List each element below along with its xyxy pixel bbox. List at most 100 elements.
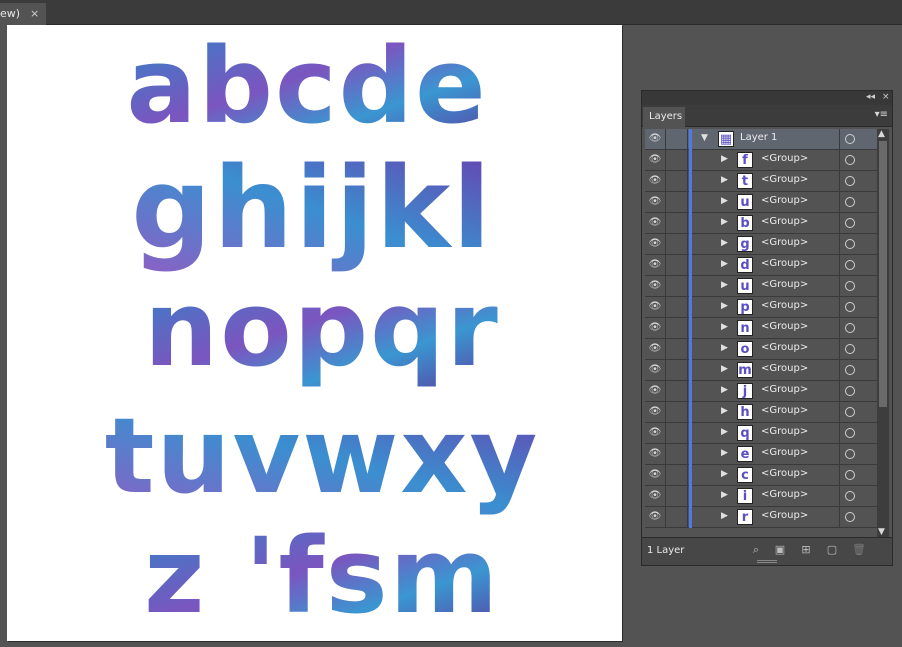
visibility-eye-icon[interactable]: 👁 bbox=[645, 255, 666, 275]
lock-toggle[interactable] bbox=[666, 507, 688, 527]
lock-toggle[interactable] bbox=[666, 276, 688, 296]
visibility-eye-icon[interactable]: 👁 bbox=[645, 381, 666, 401]
tab-layers[interactable]: Layers bbox=[643, 107, 685, 127]
scroll-up-arrow-icon[interactable]: ▲ bbox=[878, 129, 885, 139]
lock-toggle[interactable] bbox=[666, 423, 688, 443]
expand-triangle-icon[interactable]: ▶ bbox=[721, 322, 728, 332]
layer-row-group[interactable]: 👁 ▶ r <Group> bbox=[645, 507, 877, 528]
layer-row-group[interactable]: 👁 ▶ j <Group> bbox=[645, 381, 877, 402]
lock-toggle[interactable] bbox=[666, 381, 688, 401]
expand-triangle-icon[interactable]: ▶ bbox=[721, 238, 728, 248]
target-circle[interactable] bbox=[839, 486, 877, 507]
resize-grip[interactable] bbox=[757, 560, 777, 563]
layer-row-layer-1[interactable]: 👁 ▼ ▦ Layer 1 bbox=[645, 129, 877, 150]
lock-toggle[interactable] bbox=[666, 171, 688, 191]
target-circle[interactable] bbox=[839, 276, 877, 297]
lock-toggle[interactable] bbox=[666, 444, 688, 464]
document-tab[interactable]: ew) × bbox=[0, 3, 46, 25]
locate-object-icon[interactable]: ⌕ bbox=[750, 544, 762, 556]
layer-row-group[interactable]: 👁 ▶ b <Group> bbox=[645, 213, 877, 234]
panel-menu-icon[interactable]: ▾≡ bbox=[875, 109, 888, 120]
visibility-eye-icon[interactable]: 👁 bbox=[645, 318, 666, 338]
layer-row-group[interactable]: 👁 ▶ p <Group> bbox=[645, 297, 877, 318]
target-circle[interactable] bbox=[839, 213, 877, 234]
new-layer-icon[interactable]: ▢ bbox=[826, 544, 838, 556]
lock-toggle[interactable] bbox=[666, 150, 688, 170]
close-icon[interactable]: × bbox=[882, 92, 890, 102]
close-icon[interactable]: × bbox=[30, 3, 39, 25]
target-circle[interactable] bbox=[839, 402, 877, 423]
expand-triangle-icon[interactable]: ▶ bbox=[721, 469, 728, 479]
visibility-eye-icon[interactable]: 👁 bbox=[645, 402, 666, 422]
visibility-eye-icon[interactable]: 👁 bbox=[645, 507, 666, 527]
lock-toggle[interactable] bbox=[666, 339, 688, 359]
expand-triangle-icon[interactable]: ▶ bbox=[721, 259, 728, 269]
layer-row-group[interactable]: 👁 ▶ q <Group> bbox=[645, 423, 877, 444]
lock-toggle[interactable] bbox=[666, 486, 688, 506]
expand-triangle-icon[interactable]: ▶ bbox=[721, 385, 728, 395]
layer-row-group[interactable]: 👁 ▶ m <Group> bbox=[645, 360, 877, 381]
visibility-eye-icon[interactable]: 👁 bbox=[645, 444, 666, 464]
expand-triangle-icon[interactable]: ▼ bbox=[701, 133, 708, 143]
layer-row-group[interactable]: 👁 ▶ i <Group> bbox=[645, 486, 877, 507]
visibility-eye-icon[interactable]: 👁 bbox=[645, 465, 666, 485]
visibility-eye-icon[interactable]: 👁 bbox=[645, 423, 666, 443]
lock-toggle[interactable] bbox=[666, 129, 688, 149]
collapse-icon[interactable]: ◂◂ bbox=[866, 92, 875, 102]
target-circle[interactable] bbox=[839, 297, 877, 318]
layer-row-group[interactable]: 👁 ▶ f <Group> bbox=[645, 150, 877, 171]
lock-toggle[interactable] bbox=[666, 192, 688, 212]
target-circle[interactable] bbox=[839, 234, 877, 255]
target-circle[interactable] bbox=[839, 192, 877, 213]
lock-toggle[interactable] bbox=[666, 318, 688, 338]
expand-triangle-icon[interactable]: ▶ bbox=[721, 154, 728, 164]
expand-triangle-icon[interactable]: ▶ bbox=[721, 490, 728, 500]
target-circle[interactable] bbox=[839, 171, 877, 192]
target-circle[interactable] bbox=[839, 465, 877, 486]
scroll-thumb[interactable] bbox=[879, 141, 887, 407]
target-circle[interactable] bbox=[839, 150, 877, 171]
expand-triangle-icon[interactable]: ▶ bbox=[721, 406, 728, 416]
expand-triangle-icon[interactable]: ▶ bbox=[721, 175, 728, 185]
lock-toggle[interactable] bbox=[666, 402, 688, 422]
layer-row-group[interactable]: 👁 ▶ u <Group> bbox=[645, 192, 877, 213]
clipping-mask-icon[interactable]: ▣ bbox=[774, 544, 786, 556]
expand-triangle-icon[interactable]: ▶ bbox=[721, 448, 728, 458]
target-circle[interactable] bbox=[839, 444, 877, 465]
expand-triangle-icon[interactable]: ▶ bbox=[721, 511, 728, 521]
trash-icon[interactable]: 🗑 bbox=[852, 544, 866, 556]
target-circle[interactable] bbox=[839, 255, 877, 276]
layer-row-group[interactable]: 👁 ▶ h <Group> bbox=[645, 402, 877, 423]
target-circle[interactable] bbox=[839, 129, 877, 150]
lock-toggle[interactable] bbox=[666, 297, 688, 317]
target-circle[interactable] bbox=[839, 360, 877, 381]
layer-row-group[interactable]: 👁 ▶ u <Group> bbox=[645, 276, 877, 297]
expand-triangle-icon[interactable]: ▶ bbox=[721, 280, 728, 290]
visibility-eye-icon[interactable]: 👁 bbox=[645, 276, 666, 296]
lock-toggle[interactable] bbox=[666, 234, 688, 254]
expand-triangle-icon[interactable]: ▶ bbox=[721, 196, 728, 206]
target-circle[interactable] bbox=[839, 318, 877, 339]
expand-triangle-icon[interactable]: ▶ bbox=[721, 427, 728, 437]
layer-row-group[interactable]: 👁 ▶ g <Group> bbox=[645, 234, 877, 255]
expand-triangle-icon[interactable]: ▶ bbox=[721, 343, 728, 353]
target-circle[interactable] bbox=[839, 507, 877, 528]
visibility-eye-icon[interactable]: 👁 bbox=[645, 339, 666, 359]
lock-toggle[interactable] bbox=[666, 213, 688, 233]
target-circle[interactable] bbox=[839, 339, 877, 360]
target-circle[interactable] bbox=[839, 423, 877, 444]
visibility-eye-icon[interactable]: 👁 bbox=[645, 150, 666, 170]
visibility-eye-icon[interactable]: 👁 bbox=[645, 486, 666, 506]
scroll-down-arrow-icon[interactable]: ▼ bbox=[878, 527, 885, 537]
visibility-eye-icon[interactable]: 👁 bbox=[645, 192, 666, 212]
visibility-eye-icon[interactable]: 👁 bbox=[645, 297, 666, 317]
layer-row-group[interactable]: 👁 ▶ c <Group> bbox=[645, 465, 877, 486]
lock-toggle[interactable] bbox=[666, 465, 688, 485]
lock-toggle[interactable] bbox=[666, 360, 688, 380]
visibility-eye-icon[interactable]: 👁 bbox=[645, 171, 666, 191]
new-sublayer-icon[interactable]: ⊞ bbox=[800, 544, 812, 556]
artboard[interactable]: abcde ghijkl nopqr tuvwxy z 'fsm bbox=[7, 25, 622, 641]
layer-row-group[interactable]: 👁 ▶ n <Group> bbox=[645, 318, 877, 339]
layer-row-group[interactable]: 👁 ▶ t <Group> bbox=[645, 171, 877, 192]
target-circle[interactable] bbox=[839, 381, 877, 402]
